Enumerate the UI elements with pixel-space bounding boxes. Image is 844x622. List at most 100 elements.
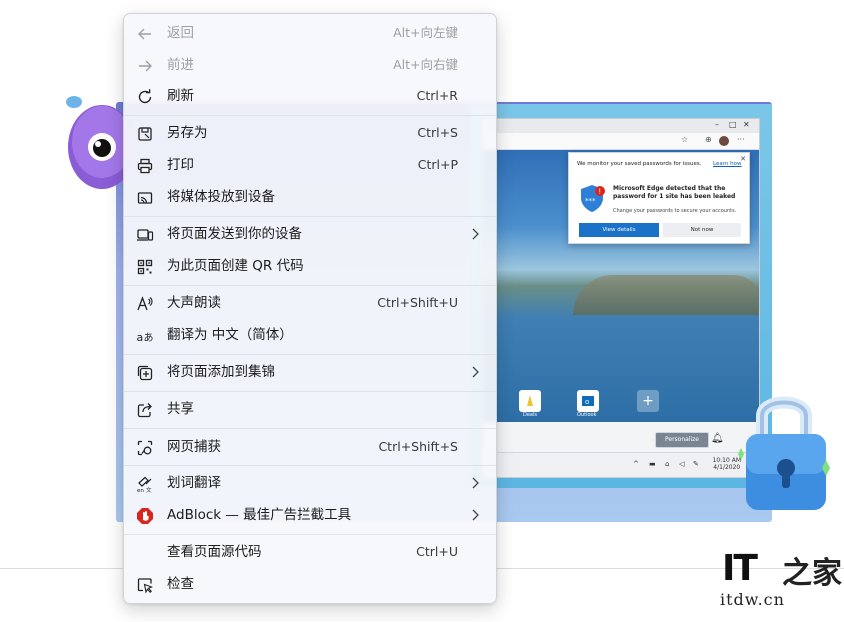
profile-avatar	[719, 136, 729, 146]
svg-text:あ: あ	[144, 332, 154, 344]
menu-item-shortcut: Ctrl+R	[416, 88, 458, 103]
web-capture-icon	[137, 440, 153, 456]
maximize-icon: □	[729, 120, 737, 129]
menu-item-send-to-devices[interactable]: 将页面发送到你的设备	[124, 219, 496, 249]
menu-separator	[124, 354, 496, 355]
chevron-right-icon	[472, 477, 479, 489]
menu-item-label: 大声朗读	[167, 295, 221, 311]
popup-close-icon: ✕	[740, 155, 746, 163]
password-monitor-popup: We monitor your saved passwords for issu…	[568, 152, 750, 244]
browser-titlebar: – □ ✕	[483, 119, 759, 133]
menu-item-shortcut: Ctrl+Shift+S	[378, 439, 458, 454]
menu-item-cast[interactable]: 将媒体投放到设备	[124, 182, 496, 212]
menu-separator	[124, 285, 496, 286]
read-aloud-icon	[137, 296, 153, 311]
not-now-button: Not now	[663, 223, 741, 237]
svg-text:!: !	[598, 188, 601, 196]
menu-item-label: 刷新	[167, 88, 194, 104]
menu-item-label: 将页面添加到集锦	[167, 364, 275, 380]
outlook-tile: o	[577, 390, 599, 412]
share-icon	[137, 403, 152, 418]
menu-item-label: 共享	[167, 401, 194, 417]
menu-item-qr-code[interactable]: 为此页面创建 QR 代码	[124, 251, 496, 281]
word-translate-icon: en 文	[137, 476, 152, 493]
menu-item-shortcut: Ctrl+U	[416, 544, 458, 559]
collections-add-icon	[137, 365, 153, 381]
pen-icon: ✎	[693, 460, 699, 468]
menu-item-label: 打印	[167, 157, 194, 173]
menu-item-word-translate[interactable]: en 文 划词翻译	[124, 468, 496, 498]
watermark-url: itdw.cn	[720, 590, 785, 609]
menu-separator	[124, 391, 496, 392]
save-icon	[138, 127, 152, 141]
cast-icon	[137, 192, 153, 204]
menu-item-label: 查看页面源代码	[167, 544, 262, 560]
adblock-icon	[137, 508, 153, 524]
browser-toolbar: ☆ ⊕ ···	[483, 133, 759, 150]
chevron-right-icon	[472, 509, 479, 521]
refresh-icon	[138, 89, 152, 104]
minimize-icon: –	[715, 120, 719, 129]
menu-item-save-as[interactable]: 另存为 Ctrl+S	[124, 118, 496, 148]
menu-item-add-to-collections[interactable]: 将页面添加到集锦	[124, 357, 496, 387]
menu-separator	[124, 428, 496, 429]
menu-item-inspect[interactable]: 检查	[124, 569, 496, 599]
menu-item-read-aloud[interactable]: 大声朗读 Ctrl+Shift+U	[124, 288, 496, 318]
menu-item-refresh[interactable]: 刷新 Ctrl+R	[124, 81, 496, 111]
svg-text:o: o	[585, 398, 589, 406]
forward-arrow-icon	[139, 60, 152, 72]
network-icon: ⌂	[665, 460, 670, 468]
svg-text:***: ***	[585, 197, 596, 205]
menu-item-shortcut: Alt+向左键	[393, 25, 458, 40]
menu-item-shortcut: Ctrl+P	[417, 157, 458, 172]
menu-item-shortcut: Alt+向右键	[393, 57, 458, 72]
volume-icon: ◁	[679, 460, 685, 468]
personalize-button: Personalize	[655, 432, 709, 448]
deals-tile	[519, 390, 541, 412]
menu-item-label: AdBlock — 最佳广告拦截工具	[167, 507, 352, 523]
menu-separator	[124, 115, 496, 116]
leak-subtext: Change your passwords to secure your acc…	[613, 208, 737, 214]
svg-text:en: en	[137, 488, 144, 493]
watermark-logo: IT	[722, 548, 758, 589]
menu-item-web-capture[interactable]: 网页捕获 Ctrl+Shift+S	[124, 432, 496, 462]
taskbar: ^ ▬ ⌂ ◁ ✎ 10:10 AM 4/1/2020	[483, 452, 759, 477]
menu-item-label: 划词翻译	[167, 475, 221, 491]
itdw-watermark: IT 之家 itdw.cn	[716, 546, 844, 622]
deals-label: Deals	[523, 412, 537, 418]
menu-item-label: 返回	[167, 25, 194, 41]
context-menu: 返回 Alt+向左键 前进 Alt+向右键 刷新 Ctrl+R 另存为 Ctrl…	[123, 13, 497, 604]
watermark-cn: 之家	[782, 556, 842, 591]
menu-item-label: 翻译为 中文（简体）	[167, 327, 293, 343]
leak-headline: Microsoft Edge detected that the passwor…	[613, 185, 736, 200]
shield-icon: ! ***	[581, 185, 605, 212]
back-arrow-icon	[138, 28, 151, 40]
menu-item-adblock[interactable]: AdBlock — 最佳广告拦截工具	[124, 500, 496, 530]
menu-item-label: 检查	[167, 576, 194, 592]
settings-icon: ···	[737, 135, 745, 144]
translate-icon: aあ	[137, 331, 154, 344]
menu-separator	[124, 465, 496, 466]
menu-item-forward[interactable]: 前进 Alt+向右键	[124, 50, 496, 80]
devices-icon	[137, 229, 154, 241]
menu-separator	[124, 216, 496, 217]
menu-item-view-source[interactable]: 查看页面源代码 Ctrl+U	[124, 537, 496, 567]
menu-item-share[interactable]: 共享	[124, 394, 496, 424]
mascot-illustration	[66, 96, 132, 189]
monitor-text: We monitor your saved passwords for issu…	[577, 161, 702, 167]
collections-icon: ⊕	[705, 135, 712, 144]
svg-text:文: 文	[146, 486, 152, 493]
menu-item-label: 为此页面创建 QR 代码	[167, 258, 304, 274]
menu-item-label: 将媒体投放到设备	[167, 189, 275, 205]
view-details-button: View details	[579, 223, 659, 237]
learn-how-link: Learn how	[713, 161, 742, 167]
padlock-illustration	[738, 396, 830, 510]
menu-item-translate[interactable]: aあ 翻译为 中文（简体）	[124, 320, 496, 350]
menu-item-back[interactable]: 返回 Alt+向左键	[124, 18, 496, 48]
chevron-right-icon	[472, 228, 479, 240]
printer-icon	[137, 158, 153, 174]
menu-item-print[interactable]: 打印 Ctrl+P	[124, 150, 496, 180]
chevron-right-icon	[472, 366, 479, 378]
battery-icon: ▬	[649, 460, 656, 468]
qr-code-icon	[137, 259, 153, 275]
